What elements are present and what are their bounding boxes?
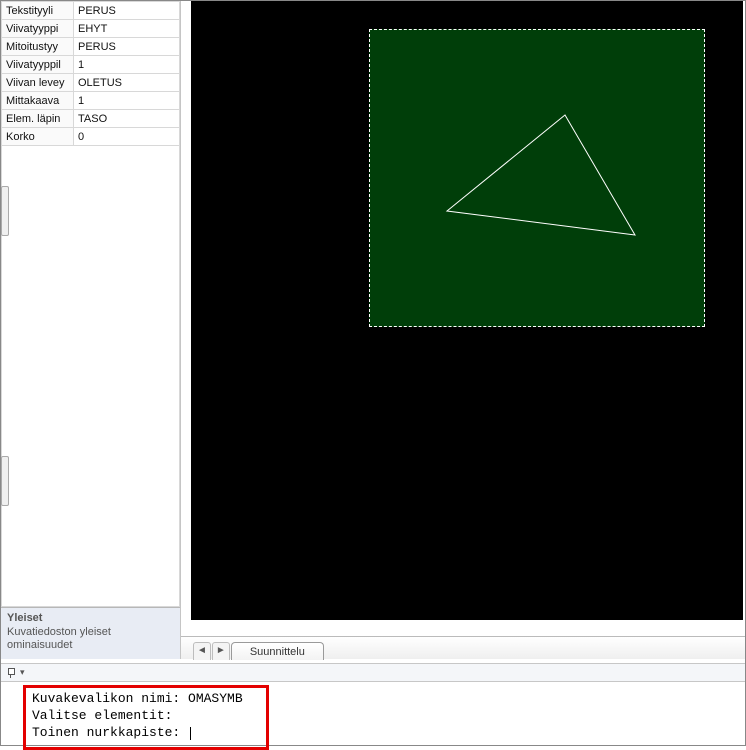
triangle-shape (435, 109, 655, 249)
text-cursor (190, 727, 191, 740)
properties-footer: Yleiset Kuvatiedoston yleiset ominaisuud… (1, 607, 180, 660)
viewport-tabs: ◄ ► Suunnittelu (181, 636, 745, 659)
properties-empty-area (1, 146, 180, 607)
property-row[interactable]: Viivan leveyOLETUS (2, 74, 180, 92)
command-prompt-text: Toinen nurkkapiste: (32, 725, 188, 740)
property-value[interactable]: 0 (74, 128, 180, 146)
property-key: Viivan levey (2, 74, 74, 92)
property-value[interactable]: EHYT (74, 20, 180, 38)
property-value[interactable]: PERUS (74, 2, 180, 20)
property-row[interactable]: Elem. läpinTASO (2, 110, 180, 128)
tab-design[interactable]: Suunnittelu (231, 642, 324, 660)
viewport-wrap (181, 1, 745, 636)
property-key: Viivatyyppi (2, 20, 74, 38)
property-row[interactable]: Mittakaava1 (2, 92, 180, 110)
command-line-1: Kuvakevalikon nimi: OMASYMB (32, 691, 260, 708)
chevron-down-icon[interactable]: ▾ (20, 667, 25, 678)
property-row[interactable]: ViivatyyppiEHYT (2, 20, 180, 38)
properties-footer-title: Yleiset (7, 612, 174, 624)
property-key: Viivatyyppil (2, 56, 74, 74)
sidebar-expander-handle-2[interactable] (1, 456, 9, 506)
property-key: Tekstityyli (2, 2, 74, 20)
pin-icon[interactable] (6, 668, 16, 678)
property-row[interactable]: Viivatyyppil1 (2, 56, 180, 74)
properties-footer-desc: Kuvatiedoston yleiset ominaisuudet (7, 626, 111, 652)
property-key: Mitoitustyy (2, 38, 74, 56)
tab-nav-prev[interactable]: ◄ (193, 642, 211, 660)
command-panel-header: ▾ (1, 663, 745, 682)
command-line-2: Valitse elementit: (32, 708, 260, 725)
command-panel-side-label: Komen (0, 700, 1, 739)
property-row[interactable]: TekstityyliPERUS (2, 2, 180, 20)
drawing-viewport[interactable] (191, 1, 743, 620)
command-highlight: Kuvakevalikon nimi: OMASYMB Valitse elem… (23, 685, 269, 750)
property-key: Elem. läpin (2, 110, 74, 128)
property-value[interactable]: OLETUS (74, 74, 180, 92)
property-value[interactable]: 1 (74, 92, 180, 110)
property-value[interactable]: PERUS (74, 38, 180, 56)
property-row[interactable]: Korko0 (2, 128, 180, 146)
property-key: Korko (2, 128, 74, 146)
property-key: Mittakaava (2, 92, 74, 110)
command-panel: ▾ Komen Kuvakevalikon nimi: OMASYMB Vali… (1, 663, 745, 745)
properties-table: TekstityyliPERUSViivatyyppiEHYTMitoitust… (1, 1, 180, 146)
property-value[interactable]: TASO (74, 110, 180, 128)
properties-sidebar: TekstityyliPERUSViivatyyppiEHYTMitoitust… (1, 1, 181, 659)
property-row[interactable]: MitoitustyyPERUS (2, 38, 180, 56)
property-value[interactable]: 1 (74, 56, 180, 74)
command-input-line[interactable]: Toinen nurkkapiste: (32, 725, 260, 742)
tab-nav-next[interactable]: ► (212, 642, 230, 660)
sidebar-expander-handle[interactable] (1, 186, 9, 236)
